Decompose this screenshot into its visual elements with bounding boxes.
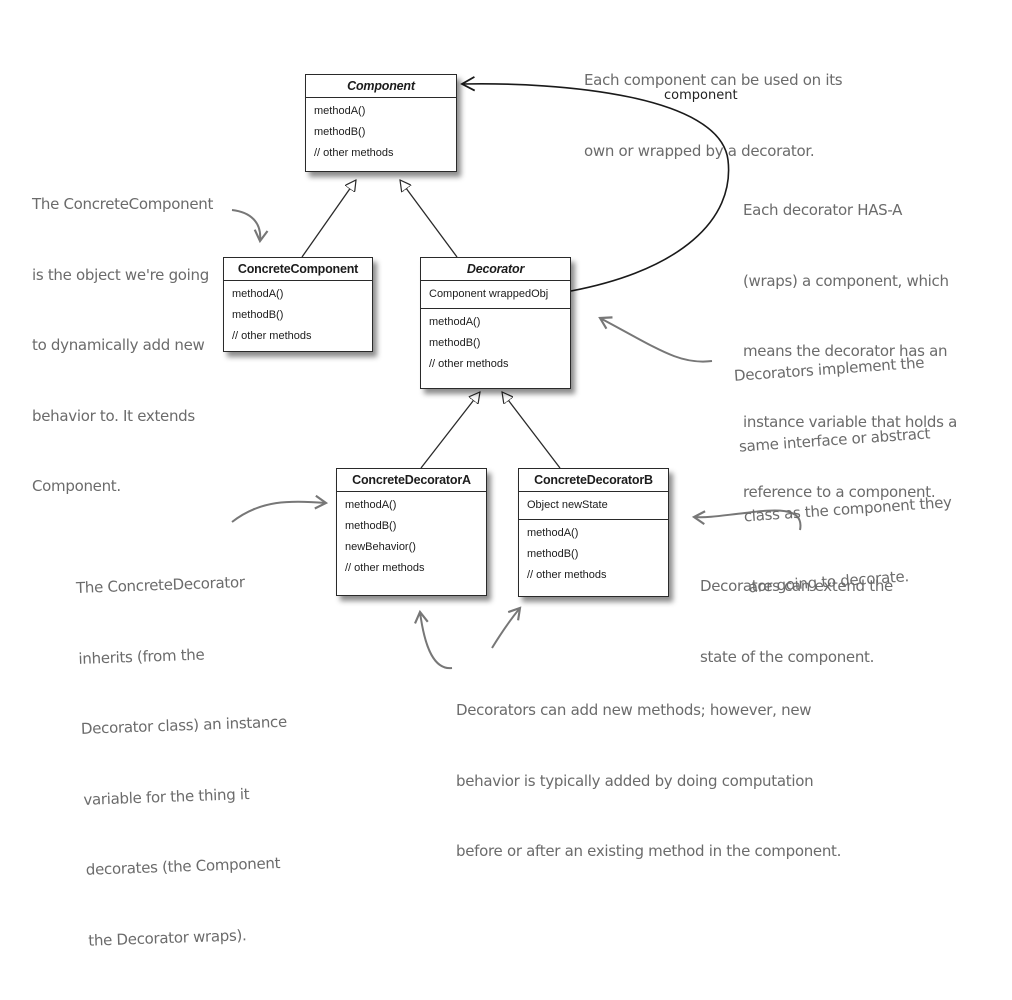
inheritance-concretedecoratorb-to-decorator	[502, 392, 561, 469]
class-concrete-decorator-a: ConcreteDecoratorA methodA() methodB() n…	[336, 468, 487, 596]
method-list: methodA() methodB() // other methods	[519, 520, 668, 595]
method: methodB()	[345, 520, 397, 532]
note-arrow-concrete-decorator	[231, 494, 329, 523]
inheritance-decorator-to-component	[400, 180, 458, 258]
method: methodA()	[314, 105, 366, 117]
method: // other methods	[429, 358, 509, 370]
note-new-methods: Decorators can add new methods; however,…	[456, 652, 841, 911]
method: methodB()	[429, 337, 481, 349]
class-decorator: Decorator Component wrappedObj methodA()…	[420, 257, 571, 389]
method: // other methods	[232, 330, 312, 342]
note-line: Decorators implement the	[733, 353, 925, 385]
method: methodB()	[232, 309, 284, 321]
method-list: methodA() methodB() // other methods	[421, 309, 570, 384]
note-line: Each decorator HAS-A	[743, 201, 903, 219]
note-line: behavior is typically added by doing com…	[456, 771, 814, 790]
note-line: is the object we're going	[32, 265, 209, 284]
note-line: same interface or abstract	[738, 423, 931, 456]
method: // other methods	[314, 147, 394, 159]
method: methodA()	[527, 527, 579, 539]
note-concrete-decorator: The ConcreteDecorator inherits (from the…	[74, 523, 296, 1000]
note-concrete-component: The ConcreteComponent is the object we'r…	[32, 146, 213, 546]
class-component: Component methodA() methodB() // other m…	[305, 74, 457, 172]
class-name: ConcreteDecoratorB	[519, 469, 668, 492]
note-arrow-concrete-component	[231, 209, 269, 244]
note-line: The ConcreteComponent	[32, 195, 214, 213]
method: // other methods	[527, 569, 607, 581]
class-name: ConcreteComponent	[224, 258, 372, 281]
method: methodB()	[314, 126, 366, 138]
note-arrow-new-methods-b	[491, 606, 522, 649]
method: methodA()	[232, 288, 284, 300]
class-name: Decorator	[421, 258, 570, 281]
note-line: decorates (the Component	[85, 854, 281, 879]
note-line: Decorator class) an instance	[80, 712, 288, 738]
note-line: Decorators can add new methods; however,…	[456, 701, 812, 719]
method: // other methods	[345, 562, 425, 574]
inheritance-concretecomponent-to-component	[301, 180, 356, 258]
method: methodA()	[345, 499, 397, 511]
method: newBehavior()	[345, 541, 416, 553]
note-arrow-new-methods-a	[414, 609, 453, 670]
inheritance-concretedecoratora-to-decorator	[420, 392, 480, 469]
note-line: variable for the thing it	[83, 784, 250, 809]
method-list: methodA() methodB() newBehavior() // oth…	[337, 492, 486, 588]
method-list: methodA() methodB() // other methods	[224, 281, 372, 356]
note-line: Decorators can extend the	[700, 577, 893, 595]
note-line: class as the component they	[743, 493, 953, 526]
method-list: methodA() methodB() // other methods	[306, 98, 456, 173]
note-line: (wraps) a component, which	[743, 271, 949, 290]
note-line: before or after an existing method in th…	[456, 842, 842, 860]
field-list: Component wrappedObj	[421, 281, 570, 309]
field: Object newState	[527, 499, 608, 511]
field-list: Object newState	[519, 492, 668, 520]
note-line: behavior to. It extends	[32, 406, 195, 425]
method: methodB()	[527, 548, 579, 560]
class-name: ConcreteDecoratorA	[337, 469, 486, 492]
class-concrete-decorator-b: ConcreteDecoratorB Object newState metho…	[518, 468, 669, 597]
note-line: The ConcreteDecorator	[75, 573, 245, 597]
method: methodA()	[429, 316, 481, 328]
note-line: the Decorator wraps).	[88, 925, 247, 950]
note-arrow-implement	[598, 316, 713, 363]
note-line: Each component can be used on its	[584, 71, 843, 89]
class-concrete-component: ConcreteComponent methodA() methodB() //…	[223, 257, 373, 352]
note-line: to dynamically add new	[32, 336, 205, 354]
decorator-pattern-diagram: Component methodA() methodB() // other m…	[0, 0, 1012, 949]
class-name: Component	[306, 75, 456, 98]
note-line: inherits (from the	[78, 645, 205, 668]
note-line: Component.	[32, 477, 121, 495]
field: Component wrappedObj	[429, 288, 549, 300]
